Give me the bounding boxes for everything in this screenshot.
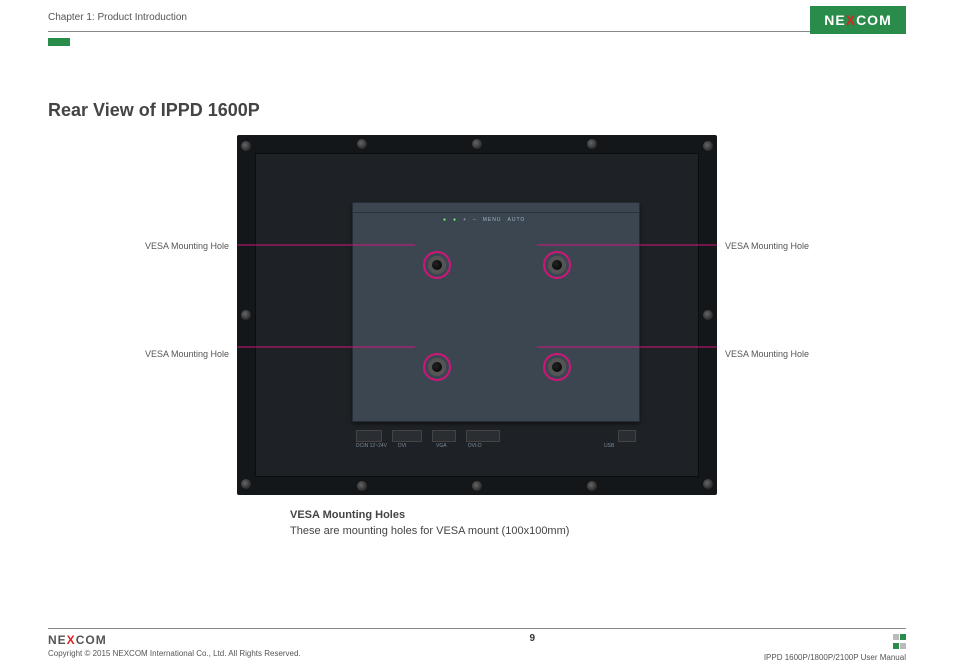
brand-logo-bottom: NEXCOM <box>48 633 301 647</box>
page-number: 9 <box>529 633 535 644</box>
label-column-right: VESA Mounting Hole VESA Mounting Hole <box>725 241 855 359</box>
panel-top-strip <box>353 203 639 213</box>
bezel-screw <box>472 139 482 149</box>
diagram-row: VESA Mounting Hole VESA Mounting Hole ● <box>0 135 954 495</box>
chapter-accent <box>48 38 70 46</box>
port-label: DCIN 12~24V <box>356 443 387 449</box>
panel-button-label: + <box>463 217 467 223</box>
chapter-label: Chapter 1: Product Introduction <box>48 12 906 23</box>
callout-label-vesa-top-left: VESA Mounting Hole <box>99 241 229 251</box>
port-vga <box>432 430 456 442</box>
logo-text-pre: NE <box>824 12 845 28</box>
device-illustration: ● ● + – MENU AUTO <box>237 135 717 495</box>
rear-panel: ● ● + – MENU AUTO <box>352 202 640 422</box>
bezel-screw <box>357 481 367 491</box>
port-label: DVI <box>398 443 406 449</box>
vesa-hole-bottom-left <box>423 353 451 381</box>
vesa-hole-top-right <box>543 251 571 279</box>
bezel-screw <box>241 479 251 489</box>
port-dvi-d <box>466 430 500 442</box>
device-outer-bezel: ● ● + – MENU AUTO <box>237 135 717 495</box>
bezel-screw <box>357 139 367 149</box>
bezel-screw <box>472 481 482 491</box>
footer-right: IPPD 1600P/1800P/2100P User Manual <box>764 633 906 662</box>
bezel-screw <box>703 479 713 489</box>
port-usb <box>618 430 636 442</box>
port-label: DVI-D <box>468 443 482 449</box>
port-dc-in <box>356 430 382 442</box>
bezel-screw <box>703 141 713 151</box>
copyright-text: Copyright © 2015 NEXCOM International Co… <box>48 649 301 658</box>
vesa-hole-bottom-right <box>543 353 571 381</box>
bezel-screw <box>241 141 251 151</box>
caption-title: VESA Mounting Holes <box>290 509 954 521</box>
panel-led-strip: ● ● + – MENU AUTO <box>443 217 525 223</box>
panel-button-label: MENU <box>483 217 502 223</box>
port-label: USB <box>604 443 614 449</box>
logo-text-post: COM <box>856 12 892 28</box>
vesa-hole-top-left <box>423 251 451 279</box>
page-header: Chapter 1: Product Introduction NEXCOM <box>0 0 954 46</box>
panel-button-label: – <box>473 217 477 223</box>
doc-reference: IPPD 1600P/1800P/2100P User Manual <box>764 653 906 662</box>
caption-block: VESA Mounting Holes These are mounting h… <box>290 509 954 537</box>
header-rule <box>48 31 906 32</box>
logo-text-x: X <box>846 12 856 28</box>
led-icon: ● <box>453 217 457 223</box>
port-label: VGA <box>436 443 447 449</box>
panel-button-label: AUTO <box>508 217 526 223</box>
callout-label-vesa-bottom-right: VESA Mounting Hole <box>725 349 855 359</box>
footer-squares-icon <box>892 633 906 651</box>
callout-label-vesa-top-right: VESA Mounting Hole <box>725 241 855 251</box>
brand-logo-top: NEXCOM <box>810 6 906 34</box>
page-footer: NEXCOM Copyright © 2015 NEXCOM Internati… <box>48 628 906 662</box>
label-column-left: VESA Mounting Hole VESA Mounting Hole <box>99 241 229 359</box>
bezel-screw <box>587 139 597 149</box>
bezel-screw <box>703 310 713 320</box>
led-icon: ● <box>443 217 447 223</box>
port-dvi <box>392 430 422 442</box>
device-inner-plate: ● ● + – MENU AUTO <box>255 153 699 477</box>
page-title: Rear View of IPPD 1600P <box>48 100 954 121</box>
bezel-screw <box>587 481 597 491</box>
port-row: DCIN 12~24V DVI VGA DVI-D USB <box>356 430 636 460</box>
callout-label-vesa-bottom-left: VESA Mounting Hole <box>99 349 229 359</box>
bezel-screw <box>241 310 251 320</box>
footer-left: NEXCOM Copyright © 2015 NEXCOM Internati… <box>48 633 301 658</box>
caption-body: These are mounting holes for VESA mount … <box>290 525 954 537</box>
